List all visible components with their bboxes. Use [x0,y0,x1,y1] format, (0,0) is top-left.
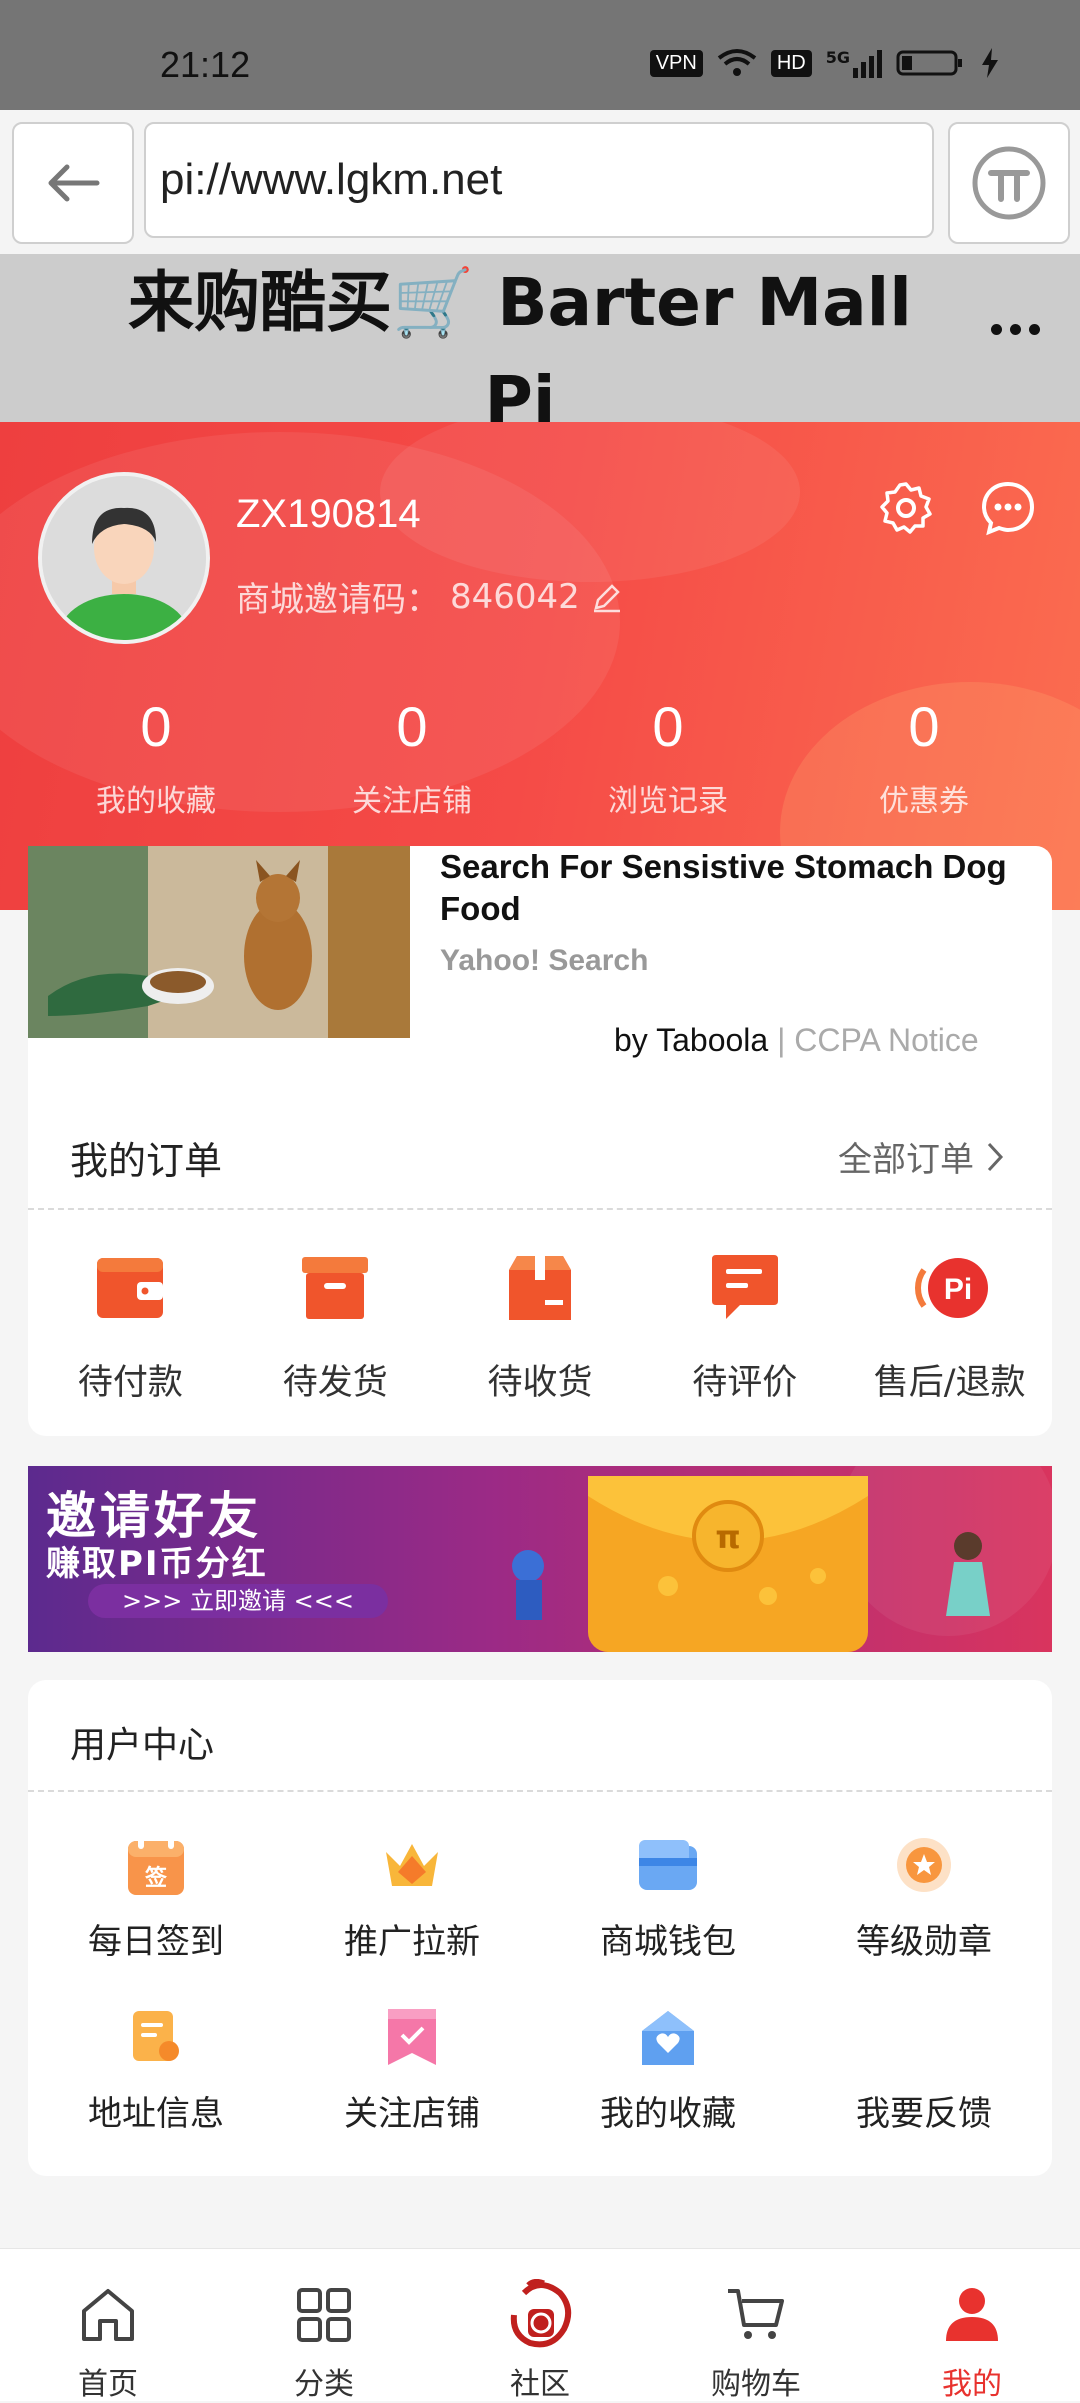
user-center-card: 用户中心 签 每日签到 推广拉新 商城钱包 等级勋章 地址信息 关注店铺 我的收… [28,1680,1052,2176]
back-button[interactable] [12,122,134,244]
bottom-navigation: 首页 分类 社区 购物车 我的 [0,2248,1080,2402]
cart-icon [728,2289,784,2339]
stat-coupons[interactable]: 0 优惠券 [796,692,1052,820]
page-title: 来购酷买🛒 Barter Mall Pi [120,254,920,450]
address-info[interactable]: 地址信息 [28,2002,284,2174]
all-orders-label: 全部订单 [838,1140,974,1180]
charging-icon [982,48,998,78]
order-after-sales-refund[interactable]: Pi 售后/退款 [847,1248,1052,1405]
nav-mine[interactable]: 我的 [864,2249,1080,2402]
message-bubble-icon[interactable] [980,480,1036,536]
shop-follow-icon [388,2009,436,2065]
invite-now-button[interactable]: >>> 立即邀请 <<< [88,1584,388,1618]
my-favorites[interactable]: 我的收藏 [540,2002,796,2174]
ccpa-notice-link[interactable]: | CCPA Notice [777,1022,979,1058]
pi-logo-icon [972,146,1046,220]
user-center-title: 用户中心 [70,1725,215,1766]
url-text: pi://www.lgkm.net [160,155,503,204]
page-title-line1: 来购酷买🛒 Barter Mall [128,264,912,341]
wifi-icon [717,49,757,76]
banner-subline: 赚取PI币分红 [46,1544,268,1584]
invite-code-row: 商城邀请码： 846042 [236,572,624,621]
nav-community[interactable]: 社区 [432,2249,648,2402]
more-menu-icon[interactable] [991,324,1040,335]
wallet-icon [97,1258,164,1318]
red-envelope-illustration: π [512,1466,1052,1652]
all-orders-link[interactable]: 全部订单 [838,1132,1004,1181]
network-type: 5G [825,48,850,67]
url-field[interactable]: pi://www.lgkm.net [144,122,934,238]
promote-invite[interactable]: 推广拉新 [284,1830,540,2002]
chevron-right-icon [987,1142,1004,1171]
hd-badge: HD [770,49,812,77]
settings-gear-icon[interactable] [878,480,934,536]
pi-browser-button[interactable] [948,122,1070,244]
order-pending-review[interactable]: 待评价 [642,1248,847,1405]
status-icons: VPN HD 5G [649,48,1000,78]
crown-icon [386,1844,438,1886]
wallet-card-icon [639,1840,697,1890]
arrow-left-icon [48,164,100,202]
vpn-badge: VPN [649,49,703,77]
svg-text:π: π [715,1518,740,1556]
ad-source: Yahoo! Search [440,944,649,977]
comment-icon [711,1255,778,1319]
user-center-grid: 签 每日签到 推广拉新 商城钱包 等级勋章 地址信息 关注店铺 我的收藏 我要反… [28,1830,1052,2174]
avatar-person-icon [42,476,206,640]
avatar[interactable] [38,472,210,644]
home-icon [82,2289,134,2341]
mall-wallet[interactable]: 商城钱包 [540,1830,796,2002]
ad-title[interactable]: Search For Sensistive Stomach Dog Food [440,846,1040,930]
box-icon [302,1257,369,1319]
user-icon [946,2288,998,2341]
stat-favorites[interactable]: 0 我的收藏 [28,692,284,820]
order-pending-receipt[interactable]: 待收货 [438,1248,643,1405]
favorite-house-icon [642,2011,694,2065]
divider [28,1208,1052,1210]
package-icon [508,1256,571,1320]
status-time: 21:12 [160,44,251,85]
page-title-bar: 来购酷买🛒 Barter Mall Pi [0,254,1080,439]
invite-friends-banner[interactable]: 邀请好友 赚取PI币分红 >>> 立即邀请 <<< π [28,1466,1052,1652]
nav-cart[interactable]: 购物车 [648,2249,864,2402]
order-pending-shipment[interactable]: 待发货 [233,1248,438,1405]
ad-image-dog[interactable] [28,846,410,1038]
divider [28,1790,1052,1792]
level-medal[interactable]: 等级勋章 [796,1830,1052,2002]
edit-pencil-icon[interactable] [590,580,624,614]
status-bar: 21:12 VPN HD 5G [0,0,1080,110]
browser-address-bar: pi://www.lgkm.net [0,110,1080,255]
calendar-checkin-icon: 签 [128,1835,184,1895]
stat-followed-shops[interactable]: 0 关注店铺 [284,692,540,820]
svg-text:签: 签 [144,1865,168,1891]
order-status-row: 待付款 待发货 待收货 待评价 Pi 售后/退款 [28,1248,1052,1405]
ad-by-taboola[interactable]: by Taboola [614,1022,768,1058]
daily-checkin[interactable]: 签 每日签到 [28,1830,284,2002]
feedback[interactable]: 我要反馈 [796,2002,1052,2174]
invite-label: 商城邀请码： [236,580,440,620]
medal-icon [897,1838,951,1892]
signal-icon: 5G [826,48,882,78]
my-orders-card: 我的订单 全部订单 待付款 待发货 待收货 待评价 Pi 售后/退款 [28,1080,1052,1436]
username: ZX190814 [236,492,421,536]
battery-icon [896,50,962,76]
nav-category[interactable]: 分类 [216,2249,432,2402]
pi-refund-icon: Pi [914,1258,988,1318]
address-note-icon [133,2011,179,2061]
ad-attribution[interactable]: by Taboola | CCPA Notice [614,1022,979,1059]
sponsored-ad[interactable]: Search For Sensistive Stomach Dog Food Y… [28,846,1052,1116]
stats-row: 0 我的收藏 0 关注店铺 0 浏览记录 0 优惠券 [0,692,1080,820]
order-pending-payment[interactable]: 待付款 [28,1248,233,1405]
stat-history[interactable]: 0 浏览记录 [540,692,796,820]
followed-shops[interactable]: 关注店铺 [284,2002,540,2174]
orders-title: 我的订单 [70,1139,223,1183]
nav-home[interactable]: 首页 [0,2249,216,2402]
svg-text:Pi: Pi [943,1273,971,1306]
invite-code: 846042 [450,576,580,617]
community-logo-icon [510,2279,572,2348]
category-grid-icon [297,2288,351,2342]
profile-header: ZX190814 商城邀请码： 846042 0 我的收藏 0 关注店铺 0 浏览记录… [0,422,1080,910]
